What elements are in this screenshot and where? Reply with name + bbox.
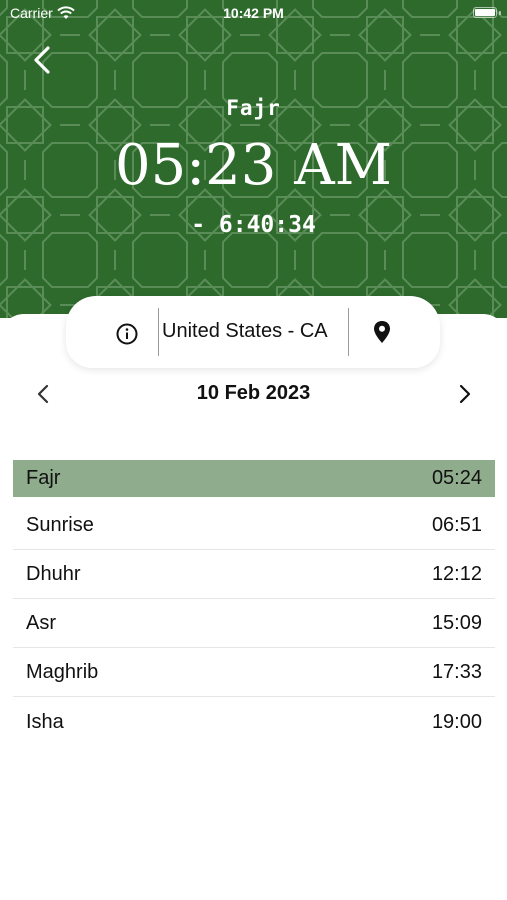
info-circle-icon [116, 323, 138, 345]
location-label[interactable]: United States - CA [162, 320, 328, 343]
status-bar: Carrier 10:42 PM [0, 0, 507, 28]
prayer-time: 17:33 [431, 661, 482, 683]
prayer-name: Isha [26, 710, 64, 733]
prayer-row-maghrib[interactable]: Maghrib 17:33 [13, 649, 495, 697]
prayer-name: Fajr [26, 467, 61, 489]
next-date-button[interactable] [452, 378, 476, 410]
back-button[interactable] [28, 42, 60, 78]
battery-tip [499, 11, 501, 15]
prayer-row-sunrise[interactable]: Sunrise 06:51 [13, 502, 495, 550]
countdown-timer: - 6:40:34 [191, 212, 316, 238]
current-prayer-time: 05:23 AM [115, 133, 392, 198]
prayer-row-dhuhr[interactable]: Dhuhr 12:12 [13, 551, 495, 599]
status-time: 10:42 PM [223, 5, 284, 21]
prayer-row-asr[interactable]: Asr 15:09 [13, 600, 495, 648]
prayer-times-list: Fajr 05:24 Sunrise 06:51 Dhuhr 12:12 Asr… [13, 460, 495, 747]
prayer-name: Dhuhr [26, 563, 81, 585]
prayer-time: 06:51 [431, 514, 482, 536]
prayer-row-fajr[interactable]: Fajr 05:24 [13, 460, 495, 497]
info-button[interactable] [113, 320, 141, 348]
prayer-row-isha[interactable]: Isha 19:00 [13, 698, 495, 746]
map-pin-icon [374, 321, 390, 343]
prayer-time: 12:12 [431, 563, 482, 585]
header-banner: Carrier 10:42 PM Fajr 05:23 AM - 6:40:34 [0, 0, 507, 318]
prayer-name: Sunrise [26, 514, 94, 536]
location-divider-left [158, 308, 159, 356]
selected-date: 10 Feb 2023 [196, 382, 311, 404]
location-button[interactable] [369, 318, 395, 348]
current-prayer-name: Fajr [226, 96, 281, 120]
prayer-name: Asr [26, 612, 56, 634]
prayer-name: Maghrib [26, 661, 99, 683]
prayer-time: 05:24 [431, 467, 482, 489]
prayer-time: 15:09 [431, 612, 482, 634]
chevron-left-icon [34, 46, 50, 74]
battery-icon [473, 7, 497, 18]
location-divider-right [348, 308, 349, 356]
prayer-time: 19:00 [431, 710, 482, 733]
chevron-right-icon [459, 384, 471, 404]
